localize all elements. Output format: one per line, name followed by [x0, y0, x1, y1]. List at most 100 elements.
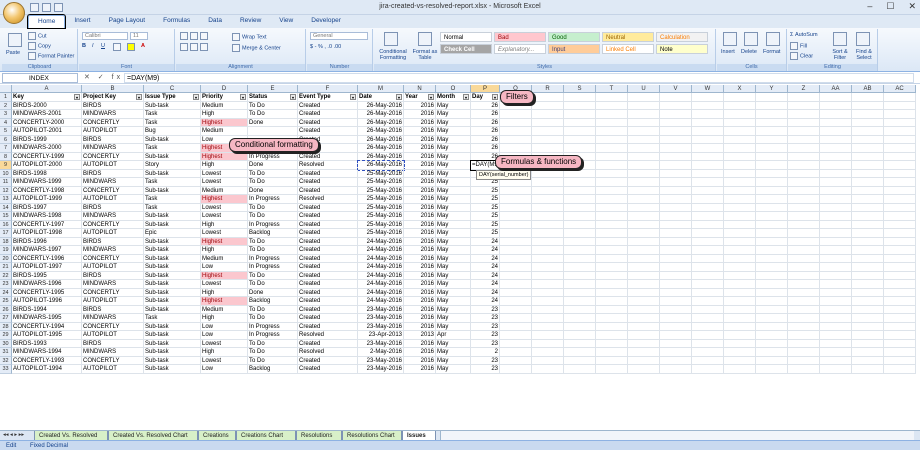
cell[interactable]: MINDWARS — [82, 178, 144, 187]
cell[interactable]: 2016 — [404, 195, 436, 204]
cell[interactable] — [660, 263, 692, 272]
cell[interactable]: 24-May-2016 — [358, 246, 404, 255]
cell[interactable] — [596, 305, 628, 314]
cell[interactable] — [628, 101, 660, 110]
cell[interactable] — [852, 110, 884, 119]
column-header-x[interactable]: X — [724, 85, 756, 93]
cell[interactable]: Sub-task — [144, 348, 201, 357]
cell[interactable] — [564, 186, 596, 195]
cell[interactable]: 26 — [471, 135, 500, 144]
cell[interactable] — [820, 348, 852, 357]
cell[interactable]: Done — [248, 118, 298, 127]
cell[interactable] — [692, 280, 724, 289]
filter-dropdown-icon[interactable]: ▾ — [193, 94, 199, 100]
cell[interactable]: 23 — [471, 365, 500, 374]
cell[interactable] — [628, 280, 660, 289]
cell[interactable]: 2016 — [404, 322, 436, 331]
insert-cells-icon[interactable] — [723, 32, 737, 46]
cell[interactable] — [532, 110, 564, 119]
cell[interactable]: 25 — [471, 229, 500, 238]
cell[interactable] — [884, 297, 916, 306]
cell[interactable]: Sub-task — [144, 237, 201, 246]
align-buttons[interactable] — [180, 32, 210, 40]
cell[interactable]: CONCERTLY-1995 — [12, 288, 82, 297]
cell[interactable] — [660, 280, 692, 289]
cell[interactable]: To Do — [248, 203, 298, 212]
cell[interactable] — [692, 152, 724, 161]
cell[interactable] — [596, 220, 628, 229]
row-header[interactable]: 14 — [0, 203, 12, 212]
cell[interactable]: 2016 — [404, 271, 436, 280]
cell[interactable] — [884, 237, 916, 246]
cell[interactable] — [660, 203, 692, 212]
cell[interactable]: 2016 — [404, 348, 436, 357]
row-header[interactable]: 13 — [0, 195, 12, 204]
cell[interactable] — [756, 118, 788, 127]
cell[interactable] — [532, 186, 564, 195]
cell[interactable] — [628, 178, 660, 187]
cell[interactable] — [852, 237, 884, 246]
cell[interactable] — [820, 314, 852, 323]
cell[interactable] — [500, 356, 532, 365]
cell[interactable]: Lowest — [201, 229, 248, 238]
cell[interactable] — [884, 263, 916, 272]
cell[interactable] — [756, 195, 788, 204]
cell[interactable]: Task — [144, 314, 201, 323]
cell[interactable] — [692, 297, 724, 306]
cell[interactable]: To Do — [248, 212, 298, 221]
cell[interactable] — [852, 203, 884, 212]
row-header[interactable]: 23 — [0, 280, 12, 289]
cell[interactable] — [500, 229, 532, 238]
cell[interactable] — [628, 237, 660, 246]
column-header-b[interactable]: B — [82, 85, 144, 93]
cell[interactable]: 24-May-2016 — [358, 297, 404, 306]
cell[interactable]: BIRDS — [82, 237, 144, 246]
cell[interactable]: Lowest — [201, 339, 248, 348]
cell[interactable] — [596, 229, 628, 238]
cell[interactable]: Backlog — [248, 297, 298, 306]
cell[interactable] — [788, 314, 820, 323]
cell[interactable]: Bug — [144, 127, 201, 136]
cell[interactable]: 26 — [471, 110, 500, 119]
cell[interactable] — [564, 178, 596, 187]
cell[interactable]: 2013 — [404, 331, 436, 340]
cell[interactable]: CONCERTLY — [82, 288, 144, 297]
cell[interactable] — [564, 212, 596, 221]
row-header[interactable]: 25 — [0, 297, 12, 306]
font-color-button[interactable]: A — [141, 43, 145, 49]
cell[interactable]: Highest — [201, 237, 248, 246]
cell[interactable] — [692, 178, 724, 187]
cell[interactable] — [788, 118, 820, 127]
cell[interactable] — [692, 186, 724, 195]
cell[interactable] — [692, 169, 724, 178]
cell[interactable]: AUTOPILOT — [82, 331, 144, 340]
cell[interactable]: Done — [248, 161, 298, 170]
cell[interactable] — [724, 322, 756, 331]
cell[interactable] — [596, 297, 628, 306]
cell[interactable]: Created — [298, 220, 358, 229]
cell[interactable] — [724, 305, 756, 314]
cell[interactable]: Created — [298, 186, 358, 195]
cell[interactable]: Sub-task — [144, 152, 201, 161]
row-header[interactable]: 30 — [0, 339, 12, 348]
cell[interactable] — [852, 356, 884, 365]
cell[interactable] — [628, 229, 660, 238]
cell[interactable] — [596, 237, 628, 246]
cell[interactable]: Task — [144, 118, 201, 127]
cell[interactable]: May — [436, 212, 471, 221]
cell[interactable]: May — [436, 314, 471, 323]
cell[interactable] — [596, 288, 628, 297]
tab-insert[interactable]: Insert — [65, 15, 99, 28]
header-cell[interactable] — [532, 93, 564, 102]
minimize-button[interactable]: – — [867, 1, 872, 12]
currency-button[interactable]: $ - % , .0 .00 — [310, 44, 341, 50]
cell[interactable]: CONCERTLY — [82, 254, 144, 263]
cell[interactable]: Highest — [201, 297, 248, 306]
cell[interactable] — [596, 127, 628, 136]
style-neutral[interactable]: Neutral — [602, 32, 654, 42]
cell[interactable]: Created — [298, 339, 358, 348]
cell[interactable] — [820, 220, 852, 229]
cell[interactable]: Epic — [144, 229, 201, 238]
style-normal[interactable]: Normal — [440, 32, 492, 42]
cell[interactable]: 23-May-2016 — [358, 356, 404, 365]
